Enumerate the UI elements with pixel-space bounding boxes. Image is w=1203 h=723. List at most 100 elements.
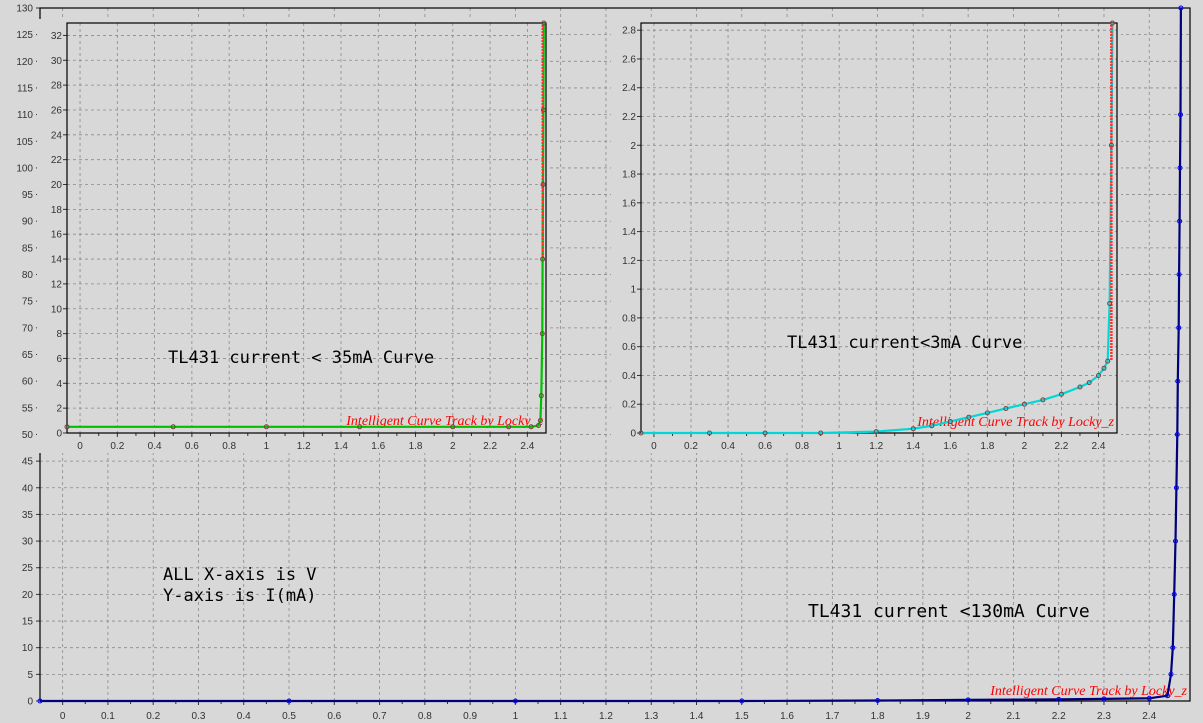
x-tick-label: 1.8 <box>980 441 994 452</box>
y-tick-label: 26 <box>51 105 63 116</box>
y-tick-label: 10 <box>51 304 63 315</box>
x-tick-label: 2.4 <box>1142 711 1156 722</box>
y-tick-label: 12 <box>51 279 63 290</box>
chart-canvas: 0510152025303540455055606570758085909510… <box>16 4 1191 722</box>
x-tick-label: 1.5 <box>735 711 749 722</box>
x-tick-label: 1.4 <box>906 441 920 452</box>
y-tick-label: 130 <box>16 4 33 15</box>
y-tick-label: 100 <box>16 163 33 174</box>
x-tick-label: 1.8 <box>409 441 423 452</box>
y-tick-label: 35 <box>22 510 34 521</box>
y-tick-label: 60 <box>22 377 34 388</box>
y-tick-label: 85 <box>22 243 34 254</box>
y-tick-label: 0.6 <box>622 342 636 353</box>
y-tick-label: 0 <box>56 429 62 440</box>
y-tick-label: 45 <box>22 457 34 468</box>
x-tick-label: 0.7 <box>373 711 387 722</box>
y-tick-label: 2.4 <box>622 83 636 94</box>
annotation-text: TL431 current<3mA Curve <box>787 333 1022 353</box>
y-tick-label: 0.2 <box>622 400 636 411</box>
x-tick-label: 1.9 <box>916 711 930 722</box>
x-tick-label: 2.2 <box>483 441 497 452</box>
y-tick-label: 4 <box>56 379 62 390</box>
y-tick-label: 25 <box>22 563 34 574</box>
y-tick-label: 0.4 <box>622 371 636 382</box>
y-tick-label: 0.8 <box>622 313 636 324</box>
annotation-text: TL431 current <130mA Curve <box>808 601 1090 622</box>
y-tick-label: 2.8 <box>622 26 636 37</box>
x-tick-label: 2 <box>965 711 971 722</box>
y-tick-label: 1.6 <box>622 198 636 209</box>
y-tick-label: 120 <box>16 57 33 68</box>
x-tick-label: 2.2 <box>1052 711 1066 722</box>
curve-tracer-window: 0 5 10 15 20 25 30 35 40 45 50 55 60 65 70 75 80 85 90 95 10… <box>0 0 1203 723</box>
x-tick-label: 0.9 <box>463 711 477 722</box>
x-tick-label: 2.3 <box>1097 711 1111 722</box>
x-tick-label: 2 <box>1022 441 1028 452</box>
y-tick-label: 2 <box>56 404 62 415</box>
x-tick-label: 1.3 <box>644 711 658 722</box>
x-tick-label: 0.8 <box>418 711 432 722</box>
y-tick-label: 16 <box>51 230 63 241</box>
y-tick-label: 30 <box>51 56 63 67</box>
x-tick-label: 0.1 <box>101 711 115 722</box>
y-tick-label: 22 <box>51 155 63 166</box>
x-tick-label: 0 <box>651 441 657 452</box>
y-tick-label: 10 <box>22 643 34 654</box>
x-tick-label: 1.2 <box>869 441 883 452</box>
annotation-text: ALL X-axis is V <box>163 565 317 585</box>
x-tick-label: 0.3 <box>192 711 206 722</box>
annotation-text: Y-axis is I(mA) <box>163 586 317 606</box>
x-tick-label: 1.6 <box>371 441 385 452</box>
y-tick-label: 95 <box>22 190 34 201</box>
y-tick-label: 2.2 <box>622 112 636 123</box>
x-tick-label: 1 <box>836 441 842 452</box>
chart-inset-35: 024681012141618202224262830320 0.2 0.4 0.6 0… <box>37 19 550 453</box>
x-tick-label: 1 <box>513 711 519 722</box>
plot-area <box>67 23 546 433</box>
x-tick-label: 0.6 <box>327 711 341 722</box>
y-tick-label: 20 <box>51 180 63 191</box>
y-tick-label: 0 <box>27 697 33 708</box>
x-tick-label: 0.4 <box>148 441 162 452</box>
y-tick-label: 20 <box>22 590 34 601</box>
y-tick-label: 15 <box>22 617 34 628</box>
y-tick-label: 115 <box>17 83 33 94</box>
x-tick-label: 0.2 <box>110 441 124 452</box>
y-tick-label: 8 <box>56 329 62 340</box>
x-tick-label: 1 <box>264 441 270 452</box>
y-tick-label: 0 <box>630 429 636 440</box>
x-tick-label: 1.1 <box>554 711 568 722</box>
y-tick-label: 80 <box>22 270 34 281</box>
y-tick-label: 1.2 <box>622 256 636 267</box>
x-tick-label: 1.2 <box>297 441 311 452</box>
y-tick-label: 28 <box>51 81 63 92</box>
annotation-text: TL431 current < 35mA Curve <box>168 348 434 368</box>
x-tick-label: 0 <box>60 711 66 722</box>
x-tick-label: 0.8 <box>795 441 809 452</box>
x-tick-label: 1.4 <box>690 711 704 722</box>
y-tick-label: 110 <box>17 110 33 121</box>
x-tick-label: 1.7 <box>825 711 839 722</box>
x-tick-label: 0.6 <box>185 441 199 452</box>
x-tick-label: 1.6 <box>943 441 957 452</box>
y-tick-label: 1.4 <box>622 227 636 238</box>
x-tick-label: 0.2 <box>684 441 698 452</box>
x-tick-label: 0.8 <box>222 441 236 452</box>
x-tick-label: 2.2 <box>1054 441 1068 452</box>
y-tick-label: 125 <box>16 30 33 41</box>
y-tick-label: 90 <box>22 217 34 228</box>
x-tick-label: 0 <box>77 441 83 452</box>
y-tick-label: 2.6 <box>622 54 636 65</box>
y-tick-label: 1.8 <box>622 170 636 181</box>
x-tick-label: 1.2 <box>599 711 613 722</box>
y-tick-label: 75 <box>22 297 34 308</box>
x-tick-label: 0.2 <box>146 711 160 722</box>
x-tick-label: 2.1 <box>1006 711 1020 722</box>
y-tick-label: 6 <box>56 354 62 365</box>
y-tick-label: 2 <box>630 141 636 152</box>
y-tick-label: 105 <box>16 137 33 148</box>
y-tick-label: 70 <box>22 323 34 334</box>
y-tick-label: 50 <box>22 430 34 441</box>
y-tick-label: 14 <box>51 255 63 266</box>
